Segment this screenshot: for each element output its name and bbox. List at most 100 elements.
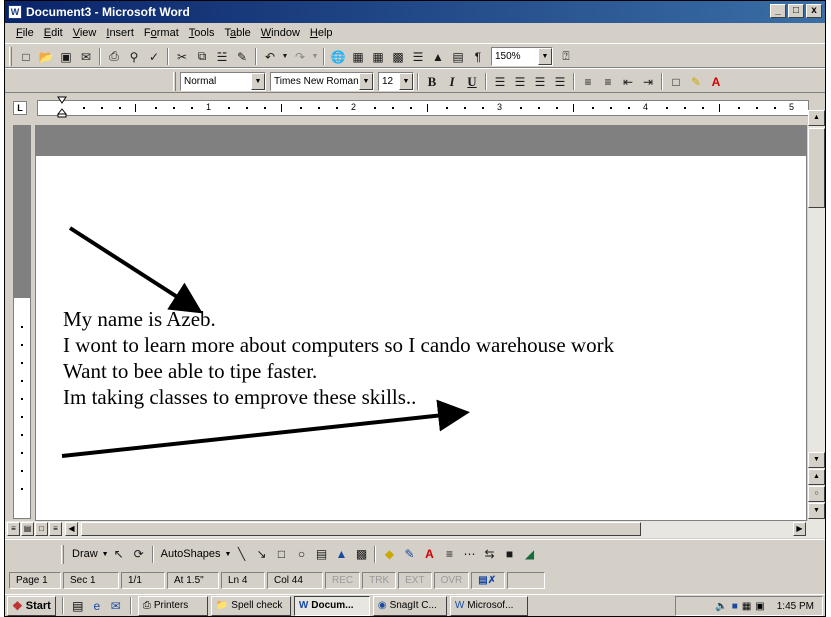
menu-edit[interactable]: Edit xyxy=(39,25,68,42)
arrow-style-icon[interactable]: ⇆ xyxy=(479,545,499,564)
taskbar-spell-check[interactable]: 📁 Spell check xyxy=(210,595,291,616)
menu-help[interactable]: Help xyxy=(305,25,338,42)
select-objects-icon[interactable]: ↖ xyxy=(109,545,129,564)
italic-button[interactable]: I xyxy=(442,72,462,91)
paste-icon[interactable]: ☱ xyxy=(212,47,232,66)
clip-art-icon[interactable]: ▩ xyxy=(351,545,371,564)
menu-tools[interactable]: Tools xyxy=(184,25,220,42)
document-area[interactable]: My name is Azeb. I wont to learn more ab… xyxy=(35,125,807,521)
redo-dropdown-icon[interactable]: ▼ xyxy=(310,47,320,66)
title-bar[interactable]: W Document3 - Microsoft Word _ □ x xyxy=(5,1,825,23)
menu-table[interactable]: Table xyxy=(219,25,255,42)
line-style-icon[interactable]: ≡ xyxy=(439,545,459,564)
menu-view[interactable]: View xyxy=(68,25,102,42)
menu-window[interactable]: Window xyxy=(256,25,305,42)
menu-file[interactable]: File xyxy=(11,25,39,42)
web-layout-icon[interactable]: ▤ xyxy=(21,522,34,536)
show-hide-icon[interactable]: ¶ xyxy=(468,47,488,66)
print-layout-icon[interactable]: □ xyxy=(35,522,48,536)
tray-app-icon[interactable]: ▦ xyxy=(742,601,751,612)
toolbar-grip[interactable] xyxy=(173,72,176,91)
redo-icon[interactable]: ↷ xyxy=(290,47,310,66)
font-color-icon[interactable]: A xyxy=(706,72,726,91)
shadow-icon[interactable]: ■ xyxy=(499,545,519,564)
new-document-icon[interactable]: □ xyxy=(16,47,36,66)
free-rotate-icon[interactable]: ⟳ xyxy=(129,545,149,564)
menu-format[interactable]: Format xyxy=(139,25,184,42)
chevron-down-icon[interactable]: ▼ xyxy=(359,73,373,90)
font-color-draw-icon[interactable]: A xyxy=(419,545,439,564)
align-center-icon[interactable]: ☰ xyxy=(510,72,530,91)
close-button[interactable]: x xyxy=(806,4,822,18)
text-box-icon[interactable]: ▤ xyxy=(311,545,331,564)
horizontal-scrollbar[interactable]: ≡ ▤ □ ≡ ◀ ▶ xyxy=(5,521,825,538)
horizontal-scroll-thumb[interactable] xyxy=(81,522,641,536)
print-preview-icon[interactable]: ⚲ xyxy=(124,47,144,66)
scroll-right-icon[interactable]: ▶ xyxy=(793,522,806,536)
word-app-icon[interactable]: W xyxy=(8,5,22,19)
taskbar-microsoft[interactable]: W Microsof... xyxy=(449,595,528,616)
cut-icon[interactable]: ✂ xyxy=(172,47,192,66)
volume-icon[interactable]: 🔈 xyxy=(715,601,727,612)
status-trk[interactable]: TRK xyxy=(362,571,397,589)
dash-style-icon[interactable]: ⋯ xyxy=(459,545,479,564)
toolbar-grip[interactable] xyxy=(9,47,12,66)
indent-marker-icon[interactable] xyxy=(57,96,67,118)
chevron-down-icon[interactable]: ▼ xyxy=(399,73,413,90)
fill-color-icon[interactable]: ◆ xyxy=(379,545,399,564)
scroll-up-icon[interactable]: ▲ xyxy=(808,110,825,126)
justify-icon[interactable]: ☰ xyxy=(550,72,570,91)
bullets-icon[interactable]: ≡ xyxy=(598,72,618,91)
undo-icon[interactable]: ↶ xyxy=(260,47,280,66)
vertical-ruler[interactable] xyxy=(13,125,31,519)
font-size-combo[interactable]: 12 ▼ xyxy=(378,72,414,91)
align-right-icon[interactable]: ☰ xyxy=(530,72,550,91)
vertical-scrollbar[interactable]: ▲ ▼ ▲ ○ ▼ xyxy=(808,110,825,521)
status-ovr[interactable]: OVR xyxy=(433,571,470,589)
wordart-icon[interactable]: ▲ xyxy=(331,545,351,564)
save-icon[interactable]: ▣ xyxy=(56,47,76,66)
help-icon[interactable]: ⍰ xyxy=(556,47,576,66)
font-combo[interactable]: Times New Roman ▼ xyxy=(270,72,374,91)
scroll-thumb[interactable] xyxy=(808,128,825,208)
taskbar-snagit[interactable]: ◉ SnagIt C... xyxy=(372,595,447,616)
draw-dropdown-icon[interactable]: ▼ xyxy=(102,551,109,558)
outline-view-icon[interactable]: ≡ xyxy=(49,522,62,536)
print-icon[interactable]: ⎙ xyxy=(104,47,124,66)
align-left-icon[interactable]: ☰ xyxy=(490,72,510,91)
tables-borders-icon[interactable]: ▦ xyxy=(348,47,368,66)
columns-icon[interactable]: ☰ xyxy=(408,47,428,66)
borders-icon[interactable]: □ xyxy=(666,72,686,91)
insert-table-icon[interactable]: ▦ xyxy=(368,47,388,66)
previous-page-icon[interactable]: ▲ xyxy=(808,469,825,485)
format-painter-icon[interactable]: ✎ xyxy=(232,47,252,66)
copy-icon[interactable]: ⧉ xyxy=(192,47,212,66)
hyperlink-icon[interactable]: 🌐 xyxy=(328,47,348,66)
start-button[interactable]: ❖ Start xyxy=(7,595,56,616)
arrow-icon[interactable]: ↘ xyxy=(251,545,271,564)
email-icon[interactable]: ✉ xyxy=(76,47,96,66)
drawing-icon[interactable]: ▲ xyxy=(428,47,448,66)
numbering-icon[interactable]: ≡ xyxy=(578,72,598,91)
3d-icon[interactable]: ◢ xyxy=(519,545,539,564)
autoshapes-menu-button[interactable]: AutoShapes xyxy=(157,548,225,560)
line-icon[interactable]: ╲ xyxy=(231,545,251,564)
chevron-down-icon[interactable]: ▼ xyxy=(538,48,552,65)
rectangle-icon[interactable]: □ xyxy=(271,545,291,564)
status-ext[interactable]: EXT xyxy=(398,571,432,589)
decrease-indent-icon[interactable]: ⇤ xyxy=(618,72,638,91)
horizontal-ruler[interactable]: L 1 2 3 4 5 xyxy=(5,94,825,122)
zoom-combo[interactable]: 150% ▼ xyxy=(491,47,553,66)
next-page-icon[interactable]: ▼ xyxy=(808,503,825,519)
bold-button[interactable]: B xyxy=(422,72,442,91)
toolbar-grip[interactable] xyxy=(61,544,64,564)
tab-selector-icon[interactable]: L xyxy=(13,101,27,115)
document-text[interactable]: My name is Azeb. I wont to learn more ab… xyxy=(63,306,614,410)
restore-button[interactable]: □ xyxy=(788,4,804,18)
oval-icon[interactable]: ○ xyxy=(291,545,311,564)
undo-dropdown-icon[interactable]: ▼ xyxy=(280,47,290,66)
spelling-icon[interactable]: ✓ xyxy=(144,47,164,66)
insert-excel-icon[interactable]: ▩ xyxy=(388,47,408,66)
network-icon[interactable]: ■ xyxy=(732,601,738,612)
line-color-icon[interactable]: ✎ xyxy=(399,545,419,564)
